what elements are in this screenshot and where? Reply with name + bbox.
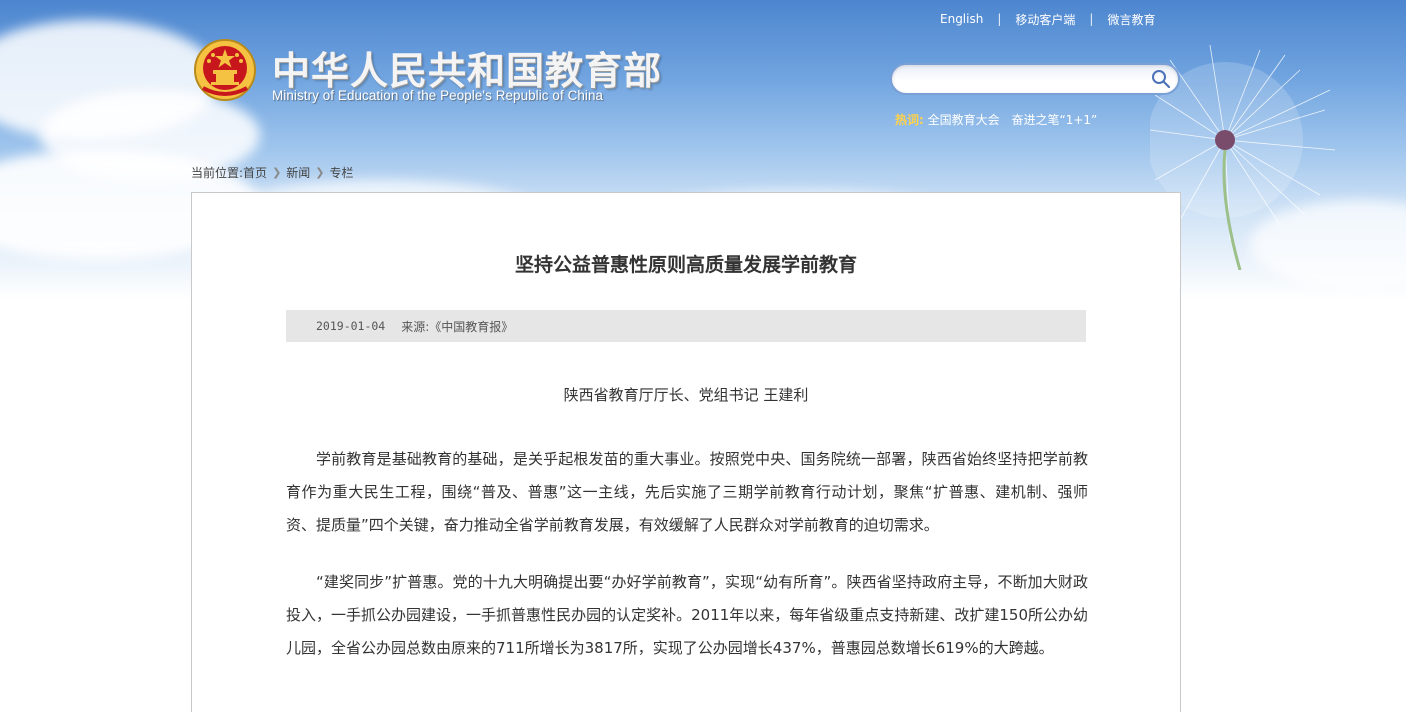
breadcrumb-column[interactable]: 专栏 — [330, 164, 354, 181]
article-body: 学前教育是基础教育的基础，是关乎起根发苗的重大事业。按照党中央、国务院统一部署，… — [286, 443, 1088, 689]
site-title-en: Ministry of Education of the People's Re… — [272, 88, 604, 103]
hot-word-link[interactable]: 奋进之笔“1+1” — [1011, 113, 1097, 127]
link-separator: | — [997, 12, 1002, 26]
article-panel: 坚持公益普惠性原则高质量发展学前教育 2019-01-04 来源:《中国教育报》… — [191, 192, 1181, 712]
article-source: 来源:《中国教育报》 — [401, 319, 514, 334]
search-box — [890, 63, 1180, 95]
hot-words: 热词: 全国教育大会 奋进之笔“1+1” — [895, 111, 1105, 128]
article-paragraph: 学前教育是基础教育的基础，是关乎起根发苗的重大事业。按照党中央、国务院统一部署，… — [286, 450, 1088, 534]
article-title: 坚持公益普惠性原则高质量发展学前教育 — [514, 254, 857, 276]
breadcrumb-prefix: 当前位置: — [191, 166, 244, 180]
hot-word-link[interactable]: 全国教育大会 — [928, 113, 1000, 127]
hot-words-label: 热词: — [895, 113, 924, 127]
english-link[interactable]: English — [940, 12, 983, 26]
article-paragraph: “建奖同步”扩普惠。党的十九大明确提出要“办好学前教育”，实现“幼有所育”。陕西… — [286, 573, 1088, 657]
weiyan-link[interactable]: 微言教育 — [1107, 11, 1155, 28]
chevron-right-icon: ❯ — [315, 166, 325, 179]
breadcrumb: 当前位置: 首页 ❯ 新闻 ❯ 专栏 — [191, 164, 354, 181]
breadcrumb-home[interactable]: 首页 — [243, 164, 267, 181]
mobile-client-link[interactable]: 移动客户端 — [1015, 11, 1075, 28]
article-meta: 2019-01-04 来源:《中国教育报》 — [286, 310, 1086, 342]
breadcrumb-news[interactable]: 新闻 — [286, 164, 310, 181]
article-author: 陕西省教育厅厅长、党组书记 王建利 — [563, 386, 809, 404]
link-separator: | — [1089, 12, 1094, 26]
search-input[interactable] — [906, 70, 1146, 88]
site-title-cn: 中华人民共和国教育部 — [272, 49, 663, 93]
magnifier-icon[interactable] — [1150, 68, 1172, 90]
national-emblem-icon[interactable] — [193, 38, 257, 102]
dandelion-decoration — [1150, 44, 1336, 270]
top-links: English | 移动客户端 | 微言教育 — [940, 11, 1155, 27]
chevron-right-icon: ❯ — [272, 166, 282, 179]
article-date: 2019-01-04 — [316, 319, 386, 333]
